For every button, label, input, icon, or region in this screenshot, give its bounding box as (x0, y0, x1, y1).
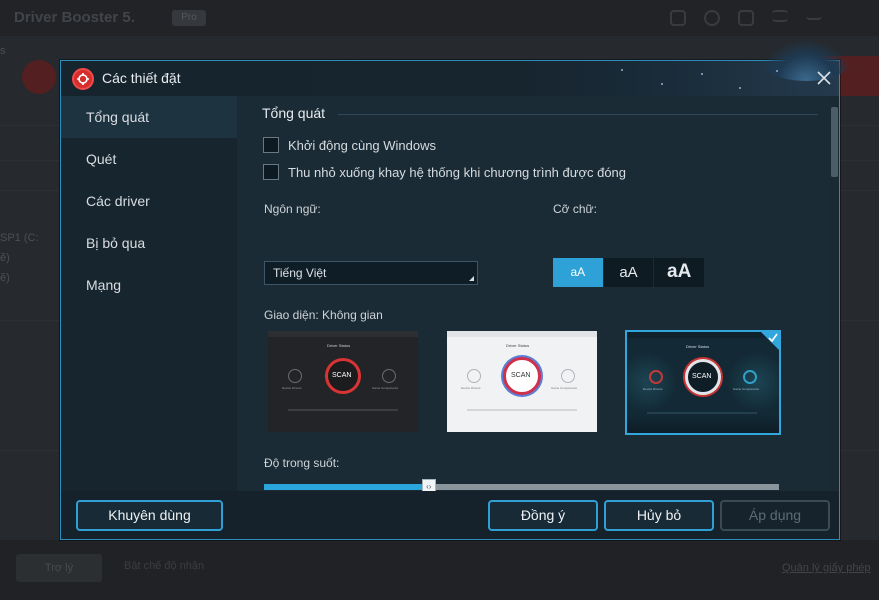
settings-content: Tổng quát Khởi động cùng Windows Thu nhỏ… (238, 96, 828, 494)
thumbnail-scan-label: SCAN (332, 372, 352, 379)
section-title: Tổng quát (262, 105, 326, 121)
minimize-to-tray-label: Thu nhỏ xuống khay hệ thống khi chương t… (288, 164, 627, 180)
thumbnail-scan-label: SCAN (511, 372, 531, 379)
font-size-large-button[interactable]: aA (654, 258, 705, 287)
checkmark-icon (768, 333, 778, 342)
theme-dark-thumbnail[interactable]: Driver Status SCAN Device Drivers Game C… (268, 331, 418, 432)
sidebar-item-ignored[interactable]: Bị bỏ qua (61, 222, 237, 264)
font-size-selector: aA aA aA (553, 258, 705, 287)
thumbnail-caption: Game Components (733, 387, 760, 391)
star-decoration (776, 70, 778, 72)
thumbnail-text-line (288, 409, 398, 411)
transparency-label: Độ trong suốt: (264, 456, 340, 470)
apply-button[interactable]: Áp dụng (720, 500, 830, 531)
thumbnail-status-text: Driver Status (686, 344, 710, 349)
star-decoration (701, 73, 703, 75)
thumbnail-titlebar (268, 331, 418, 337)
language-select[interactable]: Tiếng Việt (264, 261, 478, 285)
thumbnail-caption: Game Components (372, 386, 399, 390)
dropdown-arrow-icon (469, 276, 474, 281)
start-with-windows-checkbox[interactable] (263, 137, 279, 153)
sidebar-item-drivers[interactable]: Các driver (61, 180, 237, 222)
star-decoration (661, 83, 663, 85)
thumbnail-gauge (467, 369, 481, 383)
thumbnail-gauge (743, 370, 757, 384)
theme-light-thumbnail[interactable]: Driver Status SCAN Device Drivers Game C… (447, 331, 597, 432)
star-decoration (739, 87, 741, 89)
settings-scrollbar[interactable] (830, 97, 839, 490)
thumbnail-text-line (467, 409, 577, 411)
planet-decoration (761, 41, 851, 81)
thumbnail-status-text: Driver Status (327, 343, 351, 348)
theme-space-thumbnail[interactable]: Driver Status SCAN Device Drivers Game C… (625, 330, 781, 435)
theme-label: Giao diện: Không gian (264, 308, 383, 322)
ok-button[interactable]: Đồng ý (488, 500, 598, 531)
driver-booster-logo-icon (72, 68, 94, 90)
thumbnail-caption: Game Components (551, 386, 578, 390)
font-size-label: Cỡ chữ: (553, 202, 597, 216)
sidebar-item-network[interactable]: Mạng (61, 264, 237, 306)
settings-dialog: Các thiết đặt Tổng quát Quét Các driver … (60, 41, 851, 540)
scrollbar-thumb[interactable] (831, 107, 838, 177)
thumbnail-status-text: Driver Status (506, 343, 530, 348)
thumbnail-titlebar (627, 332, 779, 338)
section-divider (338, 114, 818, 115)
font-size-medium-button[interactable]: aA (603, 258, 654, 287)
cancel-button[interactable]: Hủy bỏ (604, 500, 714, 531)
language-label: Ngôn ngữ: (264, 202, 321, 216)
recommended-button[interactable]: Khuyên dùng (76, 500, 223, 531)
star-decoration (621, 69, 623, 71)
settings-sidebar: Tổng quát Quét Các driver Bị bỏ qua Mạng (61, 96, 237, 491)
sidebar-item-general[interactable]: Tổng quát (61, 96, 237, 138)
thumbnail-caption: Device Drivers (461, 386, 481, 390)
language-value: Tiếng Việt (273, 266, 327, 280)
dialog-title-bar: Các thiết đặt (61, 41, 851, 96)
thumbnail-scan-label: SCAN (692, 373, 712, 380)
thumbnail-gauge (649, 370, 663, 384)
thumbnail-titlebar (447, 331, 597, 337)
close-icon[interactable] (813, 67, 835, 89)
thumbnail-gauge (288, 369, 302, 383)
minimize-to-tray-checkbox[interactable] (263, 164, 279, 180)
transparency-slider-fill (264, 484, 429, 490)
dialog-footer: Khuyên dùng Đồng ý Hủy bỏ Áp dụng (61, 491, 839, 539)
dialog-title: Các thiết đặt (102, 70, 181, 86)
minimize-to-tray-option[interactable]: Thu nhỏ xuống khay hệ thống khi chương t… (263, 163, 626, 181)
transparency-slider[interactable]: ‹› (264, 479, 779, 494)
thumbnail-text-line (647, 412, 757, 414)
thumbnail-gauge (382, 369, 396, 383)
font-size-small-button[interactable]: aA (553, 258, 603, 287)
thumbnail-horizon (627, 414, 779, 433)
start-with-windows-option[interactable]: Khởi động cùng Windows (263, 136, 436, 154)
start-with-windows-label: Khởi động cùng Windows (288, 137, 436, 153)
thumbnail-caption: Device Drivers (282, 386, 302, 390)
thumbnail-caption: Device Drivers (643, 387, 663, 391)
thumbnail-gauge (561, 369, 575, 383)
sidebar-item-scan[interactable]: Quét (61, 138, 237, 180)
